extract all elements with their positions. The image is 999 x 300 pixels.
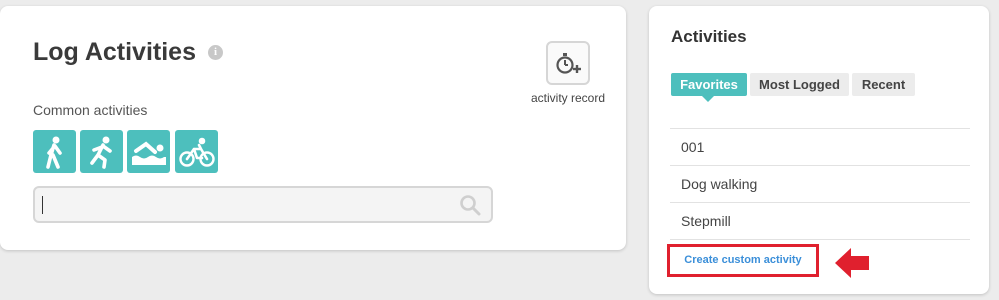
tab-recent[interactable]: Recent <box>852 73 915 96</box>
list-item[interactable]: 001 <box>670 128 970 165</box>
pointer-arrow-icon <box>835 248 869 278</box>
text-cursor <box>42 196 43 214</box>
activity-record-label: activity record <box>530 91 606 105</box>
tab-favorites[interactable]: Favorites <box>671 73 747 96</box>
create-custom-activity-link[interactable]: Create custom activity <box>667 244 819 277</box>
active-tab-pointer <box>702 96 714 102</box>
list-item[interactable]: Dog walking <box>670 165 970 202</box>
stopwatch-add-icon <box>556 53 581 74</box>
info-icon[interactable]: i <box>208 45 223 60</box>
running-icon[interactable] <box>80 130 123 173</box>
search-icon[interactable] <box>459 194 481 216</box>
activities-title: Activities <box>671 27 747 46</box>
log-activities-panel: Log Activities i activity record Common … <box>0 6 626 250</box>
swimming-icon[interactable] <box>127 130 170 173</box>
list-divider <box>670 239 970 240</box>
common-activities-label: Common activities <box>33 102 148 118</box>
list-item[interactable]: Stepmill <box>670 202 970 239</box>
walking-icon[interactable] <box>33 130 76 173</box>
search-input[interactable] <box>41 192 455 219</box>
activity-record-button[interactable] <box>546 41 590 85</box>
activity-search-field[interactable] <box>33 186 493 223</box>
cycling-icon[interactable] <box>175 130 218 173</box>
tab-most-logged[interactable]: Most Logged <box>750 73 849 96</box>
page-title: Log Activities <box>33 38 196 66</box>
